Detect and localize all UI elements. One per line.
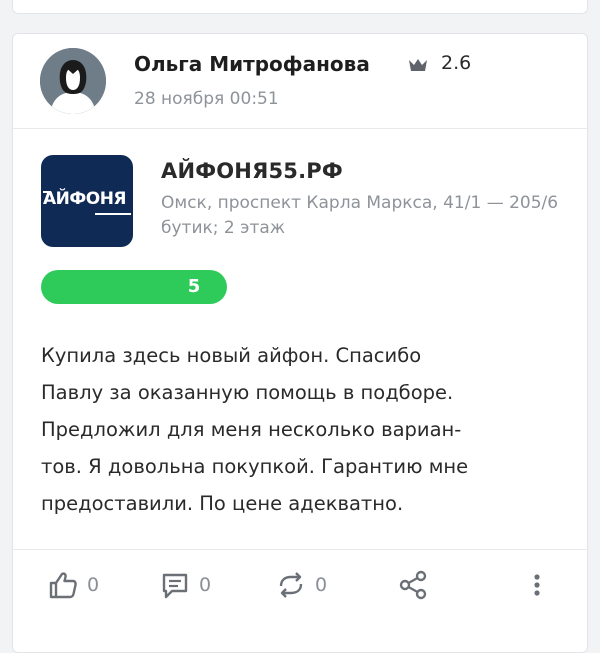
company-name[interactable]: АЙФОНЯ55.РФ xyxy=(161,159,343,183)
divider xyxy=(13,128,587,129)
repost-icon xyxy=(279,572,303,598)
post-date: 28 ноября 00:51 xyxy=(134,89,279,109)
review-text-line: Купила здесь новый айфон. Спасибо xyxy=(41,344,422,367)
review-text-line: Предложил для меня несколько вариан- xyxy=(41,418,462,441)
share-button[interactable] xyxy=(397,568,429,602)
company-address: Омск, проспект Карла Маркса, 41/1 — 205/… xyxy=(161,193,559,238)
repost-count: 0 xyxy=(315,574,328,596)
more-button[interactable] xyxy=(521,568,553,602)
action-bar: 0 0 0 xyxy=(13,562,587,602)
repost-button[interactable]: 0 xyxy=(275,568,327,602)
review-header: Ольга Митрофанова 2.6 28 ноября 00:51 xyxy=(13,34,587,129)
share-icon xyxy=(399,570,427,600)
divider xyxy=(13,549,587,550)
crown-icon xyxy=(409,59,427,71)
like-button[interactable]: 0 xyxy=(47,568,99,602)
score-bar: 5 xyxy=(41,270,227,304)
review-text: Купила здесь новый айфон. Спасибо Павлу … xyxy=(41,337,571,522)
previous-card xyxy=(12,0,588,14)
logo-decoration xyxy=(95,213,131,215)
author-name[interactable]: Ольга Митрофанова xyxy=(134,52,370,76)
company-logo[interactable]: АЙФОНЯ xyxy=(41,155,133,247)
score-value: 5 xyxy=(187,276,201,297)
author-rating: 2.6 xyxy=(441,52,472,74)
review-text-line: тов. Я довольна покупкой. Гарантию мне xyxy=(41,455,469,478)
avatar[interactable] xyxy=(40,48,106,114)
review-card: Ольга Митрофанова 2.6 28 ноября 00:51 АЙ… xyxy=(12,33,588,653)
more-vertical-icon xyxy=(534,574,540,596)
review-text-line: Павлу за оказанную помощь в подборе. xyxy=(41,381,454,404)
user-avatar-icon xyxy=(40,48,106,114)
thumbs-up-icon xyxy=(49,572,77,599)
like-count: 0 xyxy=(87,574,100,596)
comment-icon xyxy=(162,573,188,599)
logo-text: АЙФОНЯ xyxy=(43,189,127,209)
review-text-line: предоставили. По цене адекватно. xyxy=(41,492,404,515)
comment-button[interactable]: 0 xyxy=(159,568,211,602)
comment-count: 0 xyxy=(199,574,212,596)
